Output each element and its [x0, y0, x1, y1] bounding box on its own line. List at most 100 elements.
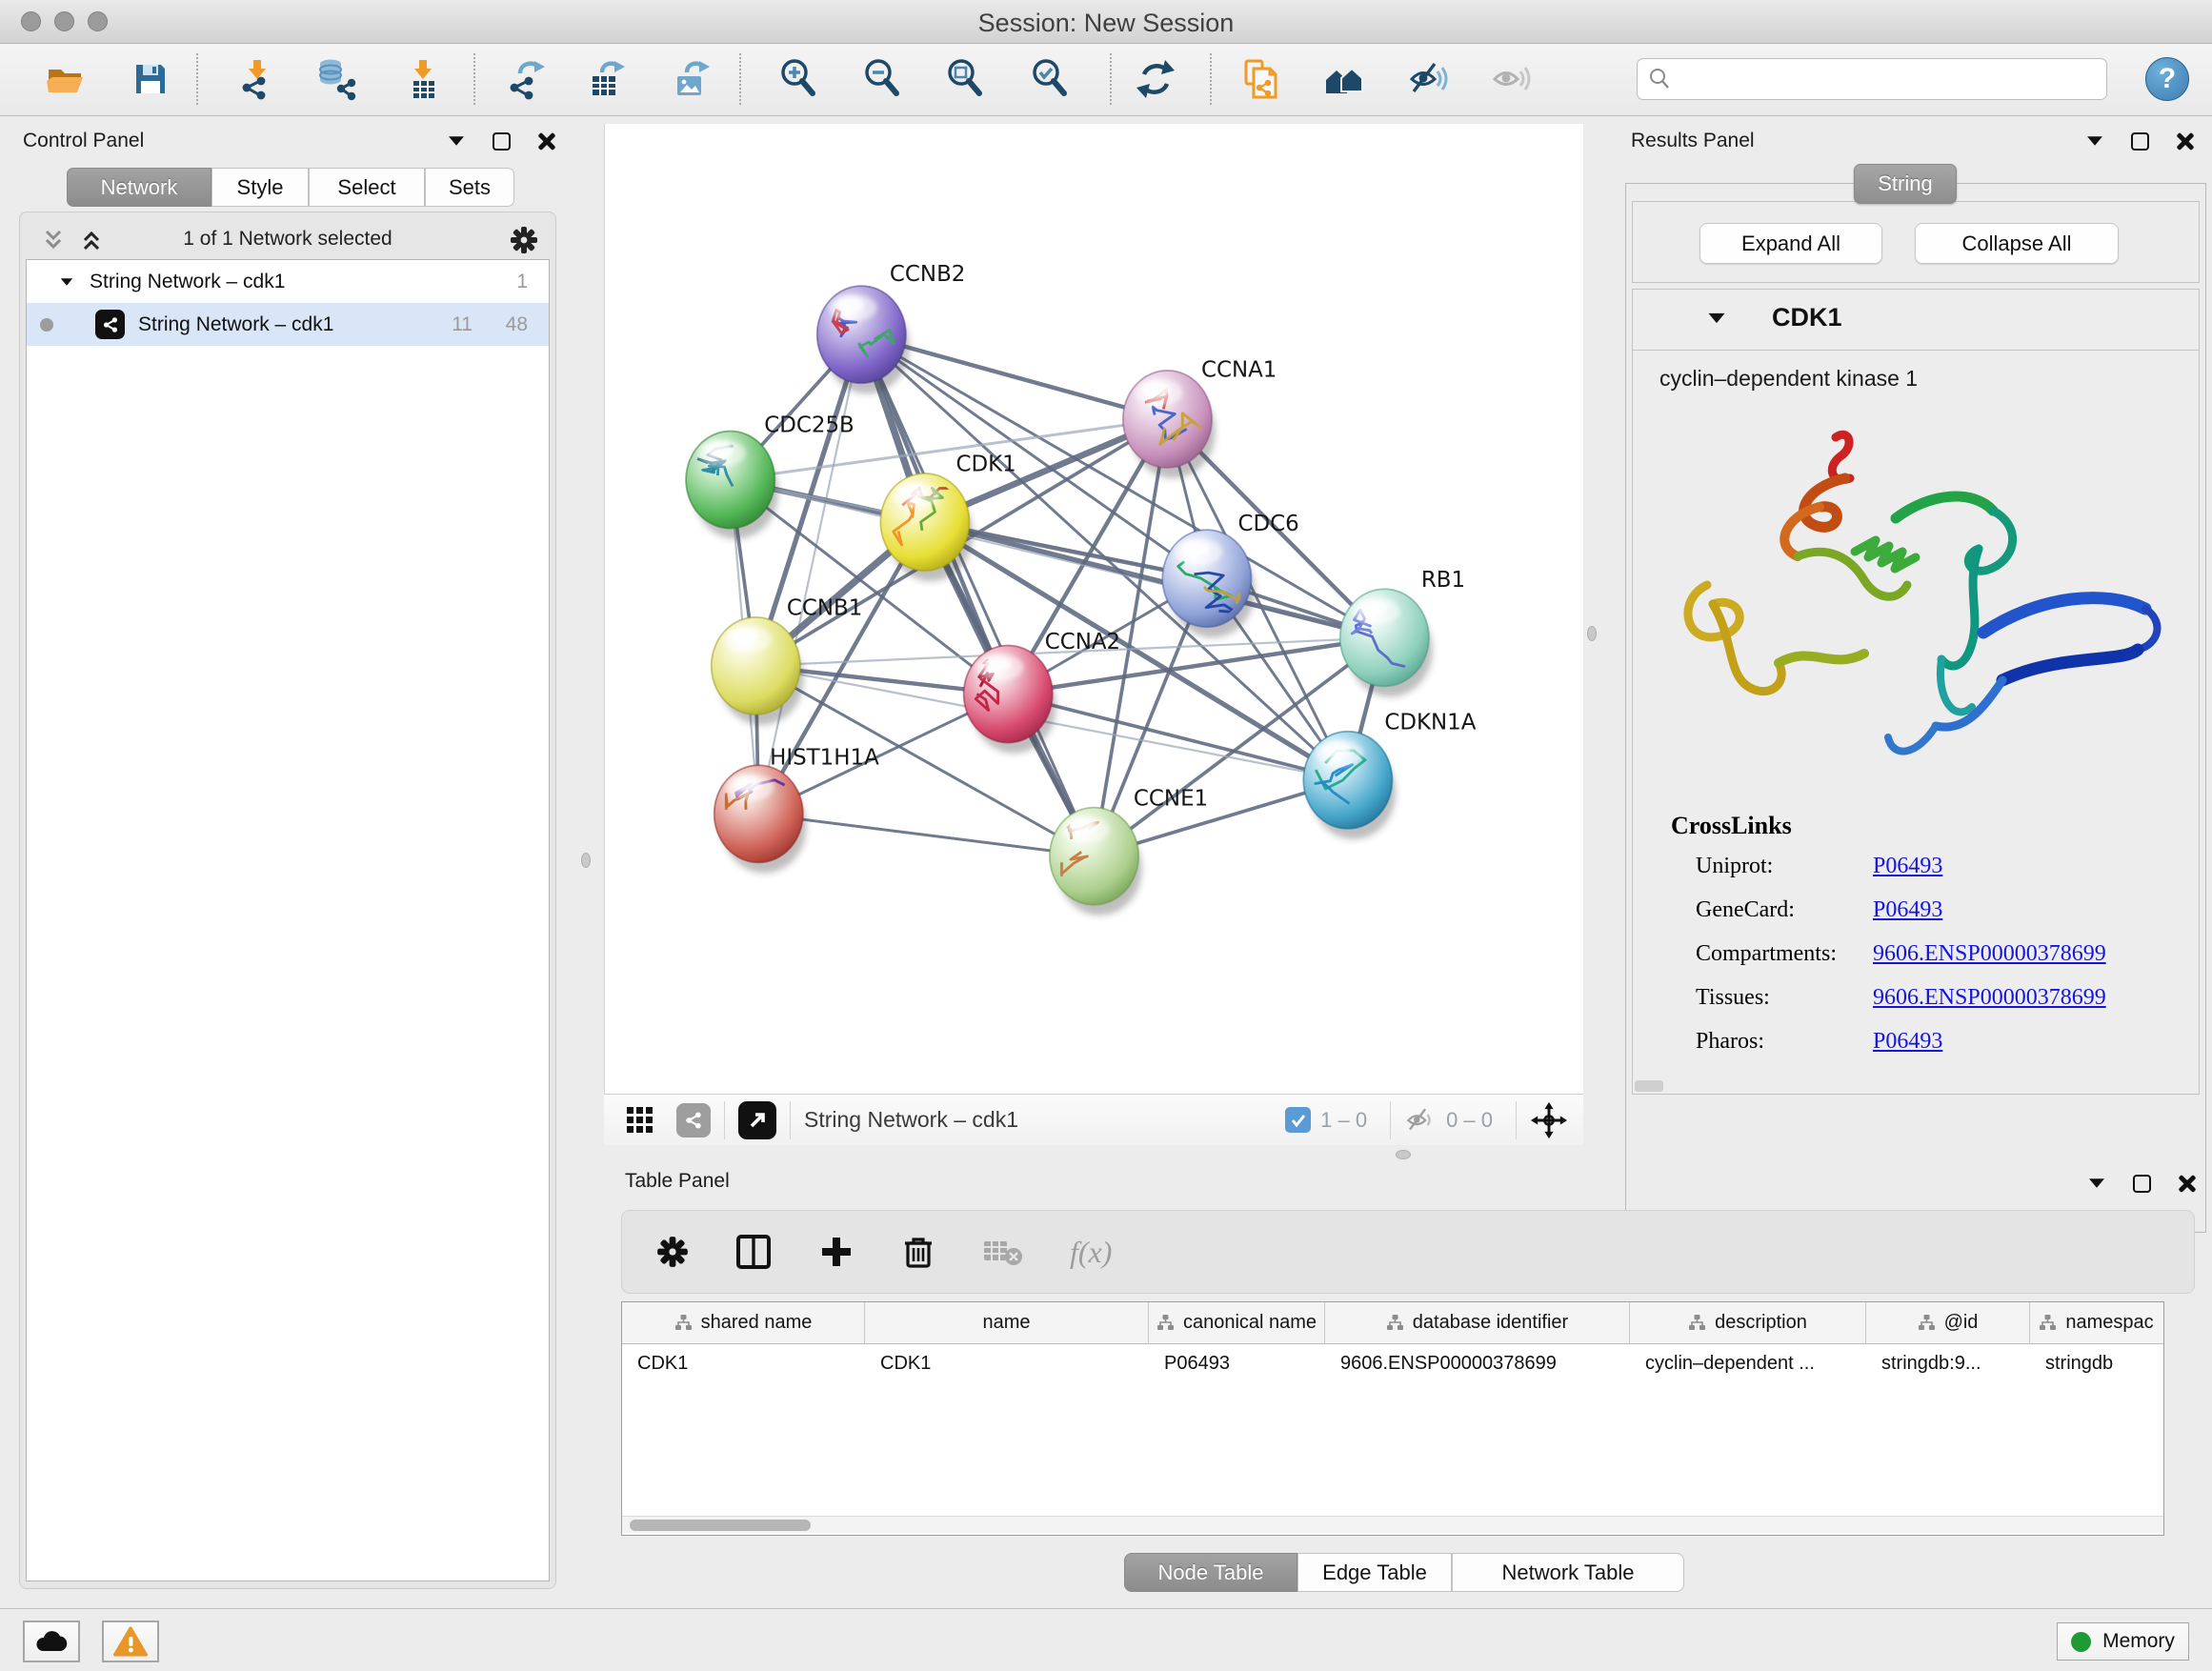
panel-collapse-icon[interactable]	[449, 136, 464, 146]
node-CCNA2[interactable]	[964, 645, 1056, 753]
node-CCNB2[interactable]	[817, 286, 910, 393]
crosslink-link[interactable]: P06493	[1873, 897, 1942, 941]
column-header-name[interactable]: name	[865, 1302, 1149, 1343]
selected-checkbox-icon[interactable]	[1285, 1107, 1311, 1133]
column-header-database-identifier[interactable]: database identifier	[1325, 1302, 1630, 1343]
automation-cloud-button[interactable]	[23, 1621, 80, 1662]
panel-collapse-icon[interactable]	[2087, 136, 2102, 146]
node-CDK1[interactable]	[880, 473, 973, 581]
crosslink-link[interactable]: 9606.ENSP00000378699	[1873, 941, 2106, 985]
warnings-button[interactable]	[102, 1621, 159, 1662]
tab-sets[interactable]: Sets	[425, 168, 514, 207]
refresh-view-icon[interactable]	[1134, 57, 1177, 101]
left-splitter-handle[interactable]	[581, 853, 591, 868]
tab-string[interactable]: String	[1854, 164, 1957, 204]
search-input[interactable]	[1672, 67, 2081, 91]
export-image-icon[interactable]	[668, 57, 712, 101]
export-network-icon[interactable]	[503, 57, 547, 101]
collapse-all-button[interactable]: Collapse All	[1915, 223, 2119, 264]
network-canvas[interactable]: CCNB2CCNA1CDC25BCDK1CDC6RB1CCNB1CCNA2HIS…	[604, 124, 1583, 1094]
crosslink-link[interactable]: P06493	[1873, 854, 1942, 897]
column-header-canonical-name[interactable]: canonical name	[1149, 1302, 1325, 1343]
column-header-description[interactable]: description	[1630, 1302, 1866, 1343]
zoom-in-icon[interactable]	[776, 57, 820, 101]
import-network-database-icon[interactable]	[315, 57, 359, 101]
string-view-icon[interactable]	[676, 1103, 711, 1137]
table-cell[interactable]: CDK1	[865, 1344, 1149, 1382]
scrollbar-thumb[interactable]	[630, 1520, 811, 1531]
horizontal-scrollbar[interactable]	[622, 1516, 2163, 1533]
panel-collapse-icon[interactable]	[2089, 1178, 2104, 1188]
show-all-icon[interactable]	[1489, 57, 1533, 101]
crosslink-link[interactable]: 9606.ENSP00000378699	[1873, 985, 2106, 1029]
crosslink-link[interactable]: P06493	[1873, 1029, 1942, 1073]
table-options-gear-icon[interactable]	[656, 1236, 689, 1268]
panel-float-icon[interactable]	[2133, 1175, 2151, 1193]
crosslink-label: Compartments:	[1696, 941, 1873, 985]
edge-CCNB2-CCNE1[interactable]	[861, 334, 1094, 856]
node-RB1[interactable]	[1340, 589, 1433, 696]
column-header--id[interactable]: @id	[1866, 1302, 2030, 1343]
node-CCNA1[interactable]	[1123, 371, 1216, 478]
panel-close-icon[interactable]	[2176, 131, 2195, 151]
tab-style[interactable]: Style	[211, 168, 309, 207]
node-CDKN1A[interactable]	[1303, 732, 1396, 839]
tab-network[interactable]: Network	[67, 168, 211, 207]
new-network-from-selection-icon[interactable]	[1237, 57, 1281, 101]
tree-expander-icon[interactable]	[61, 278, 72, 285]
right-splitter-handle[interactable]	[1587, 626, 1597, 641]
panel-float-icon[interactable]	[2131, 132, 2149, 151]
expand-all-button[interactable]: Expand All	[1699, 223, 1882, 264]
table-cell[interactable]: 9606.ENSP00000378699	[1325, 1344, 1630, 1382]
column-header-shared-name[interactable]: shared name	[622, 1302, 865, 1343]
zoom-out-icon[interactable]	[860, 57, 904, 101]
save-session-icon[interactable]	[129, 57, 172, 101]
tab-network-table[interactable]: Network Table	[1452, 1553, 1684, 1592]
column-header-namespac[interactable]: namespac	[2030, 1302, 2162, 1343]
import-network-file-icon[interactable]	[235, 57, 279, 101]
open-session-icon[interactable]	[43, 57, 87, 101]
results-scrollbar[interactable]	[1635, 1080, 1663, 1092]
export-table-icon[interactable]	[583, 57, 627, 101]
node-CDC25B[interactable]	[686, 432, 778, 539]
panel-close-icon[interactable]	[537, 131, 556, 151]
node-result-name: CDK1	[1772, 303, 1842, 332]
entry-expander-icon[interactable]	[1709, 313, 1725, 323]
zoom-selected-icon[interactable]	[1028, 57, 1072, 101]
help-icon[interactable]: ?	[2145, 57, 2189, 101]
edge-CCNB2-HIST1H1A[interactable]	[758, 334, 861, 814]
table-cell[interactable]: P06493	[1149, 1344, 1325, 1382]
node-result-header[interactable]: CDK1	[1633, 290, 2199, 351]
memory-button[interactable]: Memory	[2057, 1622, 2189, 1661]
tab-edge-table[interactable]: Edge Table	[1297, 1553, 1452, 1592]
fit-selected-crosshair-icon[interactable]	[1530, 1101, 1568, 1139]
node-CCNB1[interactable]	[712, 617, 804, 725]
edge-CDK1-RB1[interactable]	[925, 522, 1384, 637]
table-row[interactable]: CDK1CDK1P064939606.ENSP00000378699cyclin…	[622, 1344, 2163, 1382]
table-cell[interactable]: stringdb	[2030, 1344, 2162, 1382]
edge-HIST1H1A-CCNE1[interactable]	[758, 814, 1094, 856]
string-network-graph[interactable]: CCNB2CCNA1CDC25BCDK1CDC6RB1CCNB1CCNA2HIS…	[605, 124, 1583, 1094]
zoom-fit-content-icon[interactable]	[943, 57, 987, 101]
tab-select[interactable]: Select	[309, 168, 425, 207]
table-cell[interactable]: stringdb:9...	[1866, 1344, 2030, 1382]
network-collection-row[interactable]: String Network – cdk1 1	[27, 260, 549, 303]
grid-view-icon[interactable]	[625, 1105, 655, 1136]
panel-float-icon[interactable]	[493, 132, 511, 151]
table-cell[interactable]: CDK1	[622, 1344, 865, 1382]
bottom-splitter-handle[interactable]	[1396, 1150, 1411, 1159]
add-column-icon[interactable]	[818, 1234, 855, 1270]
hide-selected-icon[interactable]	[1406, 57, 1450, 101]
show-columns-icon[interactable]	[734, 1233, 773, 1271]
table-cell[interactable]: cyclin–dependent ...	[1630, 1344, 1866, 1382]
tab-node-table[interactable]: Node Table	[1124, 1553, 1297, 1592]
network-row[interactable]: String Network – cdk1 11 48	[27, 303, 549, 346]
node-CCNE1[interactable]	[1050, 808, 1142, 916]
first-neighbors-icon[interactable]	[1322, 57, 1366, 101]
options-gear-icon[interactable]	[510, 226, 538, 254]
delete-column-icon[interactable]	[900, 1234, 936, 1270]
panel-close-icon[interactable]	[2178, 1174, 2197, 1193]
import-table-file-icon[interactable]	[401, 57, 445, 101]
birds-eye-view-icon[interactable]	[738, 1101, 776, 1139]
node-HIST1H1A[interactable]	[714, 765, 807, 873]
